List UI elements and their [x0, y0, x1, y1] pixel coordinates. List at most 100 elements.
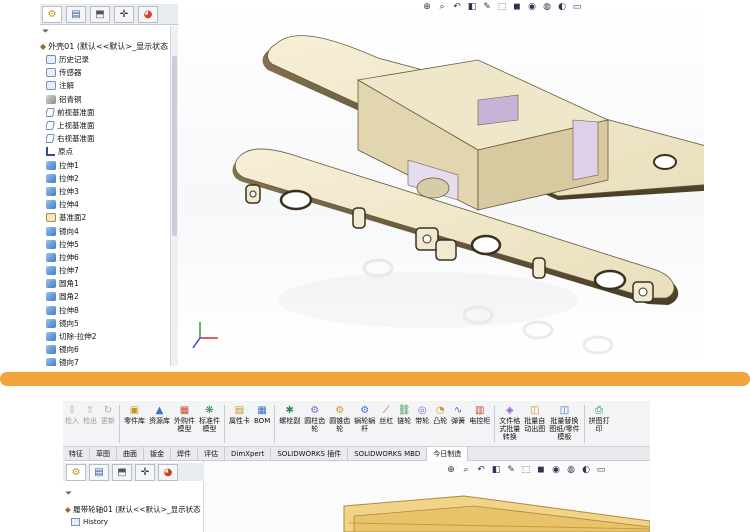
tree-item[interactable]: 基准面2 — [46, 211, 176, 224]
command-tab[interactable]: 草图 — [90, 447, 117, 461]
standard-model-button[interactable]: ❋ 标准件 模型 — [197, 405, 222, 433]
cam-button[interactable]: ◔ 凸轮 — [431, 405, 449, 425]
extrude-icon — [46, 266, 56, 276]
tile-print-button[interactable]: ⎙ 拼图打 印 — [587, 405, 612, 433]
property-card-icon: ▤ — [234, 405, 245, 416]
batch-replace-template-button[interactable]: ◫ 批量替换 图纸/零件 模板 — [547, 405, 581, 441]
tab-feature-tree[interactable]: ⚙ — [42, 5, 62, 23]
tree-item[interactable]: 铝青铜 — [46, 93, 176, 106]
cut-extrude-icon — [46, 332, 56, 342]
tree-item[interactable]: 拉伸3 — [46, 185, 176, 198]
tree-item[interactable]: 上视基准面 — [46, 119, 176, 132]
tree-item-label: 铝青铜 — [59, 94, 82, 104]
tree-item-label: 传感器 — [59, 68, 82, 78]
tab-configuration-manager[interactable]: ⬒ — [90, 5, 110, 23]
ribbon-button-label: 拼图打 印 — [588, 417, 610, 433]
command-tab[interactable]: 曲面 — [117, 447, 144, 461]
command-tab[interactable]: DimXpert — [225, 447, 272, 461]
tab-feature-tree[interactable]: ⚙ — [66, 463, 86, 481]
command-tab[interactable]: 今日制造 — [427, 447, 469, 461]
purchased-model-button[interactable]: ▦ 外购件 模型 — [172, 405, 197, 433]
bolt-pair-button[interactable]: ✱ 螺栓副 — [277, 405, 302, 425]
worm-gear-button[interactable]: ⚙ 蜗轮蜗 杆 — [352, 405, 377, 433]
command-tab[interactable]: 评估 — [198, 447, 225, 461]
tree-item-history[interactable]: History — [71, 518, 108, 526]
tree-item-label: 拉伸6 — [59, 252, 79, 262]
tree-item[interactable]: 拉伸8 — [46, 304, 176, 317]
check-out-button[interactable]: ⇧ 检出 — [81, 405, 99, 425]
graphics-viewport[interactable]: ⊕ ⌕ ↶ ◧ ✎ ⬚ ◼ ◉ ◍ ◐ ▭ — [178, 0, 704, 366]
spring-button[interactable]: ∿ 弹簧 — [449, 405, 467, 425]
mirror-icon — [46, 226, 56, 236]
ribbon-button-label: 蜗轮蜗 杆 — [354, 417, 376, 433]
resource-library-button[interactable]: ▲ 资源库 — [147, 405, 172, 425]
scrollbar-thumb[interactable] — [172, 56, 177, 236]
tree-item[interactable]: 拉伸7 — [46, 264, 176, 277]
update-icon: ↻ — [103, 405, 113, 416]
tree-item[interactable]: 前视基准面 — [46, 106, 176, 119]
tree-root-part[interactable]: ◆ 外壳01 (默认<<默认>_显示状态 1>) — [40, 40, 186, 53]
tree-item[interactable]: 传感器 — [46, 66, 176, 79]
tree-item-label: 镜向6 — [59, 345, 79, 355]
batch-replace-template-icon: ◫ — [559, 405, 570, 416]
tree-item[interactable]: 拉伸6 — [46, 251, 176, 264]
feature-tree-scrollbar[interactable] — [170, 26, 178, 366]
spur-gear-icon: ⚙ — [310, 405, 320, 416]
tree-item-label: 拉伸5 — [59, 239, 79, 249]
extrude-icon — [46, 305, 56, 315]
tree-item[interactable]: 镜向5 — [46, 317, 176, 330]
feature-tree-filter[interactable]: ⏷ — [65, 489, 72, 499]
tree-item[interactable]: 注解 — [46, 79, 176, 92]
command-tab[interactable]: 钣金 — [144, 447, 171, 461]
spur-gear-button[interactable]: ⚙ 圆柱齿 轮 — [302, 405, 327, 433]
tree-item[interactable]: 拉伸1 — [46, 159, 176, 172]
tab-dimxpert-manager[interactable]: ✛ — [114, 5, 134, 23]
tree-item-label: 拉伸8 — [59, 305, 79, 315]
sprocket-button[interactable]: ⛓ 链轮 — [395, 405, 413, 425]
feature-tree-filter[interactable]: ⏷ — [40, 26, 178, 38]
part-library-button[interactable]: ▣ 零件库 — [122, 405, 147, 425]
tab-display-manager[interactable]: ◕ — [138, 5, 158, 23]
tree-item[interactable]: 切除-拉伸2 — [46, 330, 176, 343]
tab-dimxpert-manager[interactable]: ✛ — [135, 463, 155, 481]
tree-item[interactable]: 镜向4 — [46, 224, 176, 237]
check-in-button[interactable]: ⇩ 检入 — [63, 405, 81, 425]
tree-item[interactable]: 拉伸2 — [46, 172, 176, 185]
graphics-viewport[interactable]: ⊕ ⌕ ↶ ◧ ✎ ⬚ ◼ ◉ ◍ ◐ ▭ — [204, 461, 650, 532]
ref-plane-icon — [46, 213, 56, 223]
spring-icon: ∿ — [454, 405, 463, 416]
tree-item[interactable]: 镜向7 — [46, 356, 176, 366]
lead-screw-button[interactable]: ⟋ 丝杠 — [377, 405, 395, 425]
tree-item-label: 切除-拉伸2 — [59, 332, 97, 342]
tab-property-manager[interactable]: ▤ — [89, 463, 109, 481]
ribbon-separator — [274, 405, 276, 443]
tree-item[interactable]: 右视基准面 — [46, 132, 176, 145]
tree-item[interactable]: 圆角1 — [46, 277, 176, 290]
pulley-button[interactable]: ◎ 带轮 — [413, 405, 431, 425]
command-tab[interactable]: 焊件 — [171, 447, 198, 461]
command-tab[interactable]: SOLIDWORKS MBD — [348, 447, 428, 461]
tab-display-manager[interactable]: ◕ — [158, 463, 178, 481]
command-tab[interactable]: SOLIDWORKS 插件 — [271, 447, 349, 461]
tree-item[interactable]: 拉伸4 — [46, 198, 176, 211]
tab-property-manager[interactable]: ▤ — [66, 5, 86, 23]
control-cabinet-button[interactable]: ▥ 电控柜 — [467, 405, 492, 425]
batch-convert-button[interactable]: ◈ 文件格 式批量 转换 — [497, 405, 522, 441]
command-tab[interactable]: 特征 — [63, 447, 90, 461]
tree-item[interactable]: 拉伸5 — [46, 238, 176, 251]
tree-item[interactable]: 圆角2 — [46, 290, 176, 303]
tree-item[interactable]: 历史记录 — [46, 53, 176, 66]
bevel-gear-button[interactable]: ⚙ 圆锥齿 轮 — [327, 405, 352, 433]
tree-item[interactable]: 原点 — [46, 145, 176, 158]
tab-configuration-manager[interactable]: ⬒ — [112, 463, 132, 481]
tree-item[interactable]: 镜向6 — [46, 343, 176, 356]
tree-item-label: 拉伸3 — [59, 186, 79, 196]
property-card-button[interactable]: ▤ 属性卡 — [227, 405, 252, 425]
tree-root-part[interactable]: ◆ 履带轮轴01 (默认<<默认>_显示状态 1>) — [65, 504, 217, 515]
sprocket-icon: ⛓ — [397, 405, 411, 416]
check-in-icon: ⇩ — [67, 405, 77, 416]
bom-icon: ▦ — [257, 405, 267, 416]
bom-button[interactable]: ▦ BOM — [252, 405, 272, 425]
update-button[interactable]: ↻ 更新 — [99, 405, 117, 425]
batch-drawing-button[interactable]: ◫ 批量自 动出图 — [522, 405, 547, 433]
